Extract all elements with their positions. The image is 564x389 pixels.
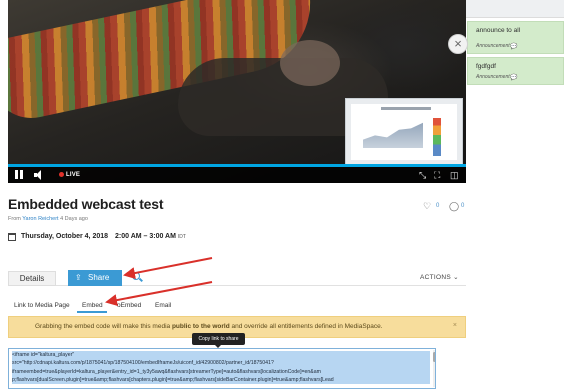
event-timezone: IDT: [177, 234, 186, 240]
active-tab-underline: [77, 311, 107, 313]
share-tab-email[interactable]: Email: [155, 302, 171, 309]
copy-tooltip: Copy link to share: [192, 333, 245, 348]
event-date: Thursday, October 4, 2018: [21, 233, 108, 240]
expand-icon[interactable]: ⤡: [419, 169, 426, 181]
tab-details[interactable]: Details: [8, 271, 56, 286]
playback-progress[interactable]: [8, 164, 466, 167]
slide-area-chart: [363, 122, 423, 148]
embed-code-line: src="http://cdnapi.kaltura.com/p/1875041…: [12, 360, 274, 367]
embed-code-line: p;flashvars[dualScreen.plugin]=true&amp;…: [12, 376, 334, 383]
announcement-type: Announcement: [476, 43, 510, 49]
player-control-bar: LIVE ⤡ ⛶ ◫: [8, 164, 466, 183]
embed-code-line: <iframe id="kaltura_player": [12, 352, 75, 358]
slide-thumbnail: [351, 104, 457, 160]
chevron-down-icon: ⌄: [453, 274, 459, 281]
embed-code-selection: <iframe id="kaltura_player" src="http://…: [12, 351, 430, 385]
video-player[interactable]: LIVE ⤡ ⛶ ◫: [8, 0, 466, 183]
playback-progress-fill: [8, 164, 466, 167]
close-icon: ×: [454, 36, 462, 51]
announcement-item[interactable]: fgdfgdf Announcement 💬: [467, 57, 564, 85]
like-icon[interactable]: ♡: [423, 201, 431, 212]
fullscreen-icon[interactable]: ⛶: [434, 169, 440, 181]
live-label: LIVE: [66, 172, 81, 178]
announcement-item[interactable]: announce to all Announcement 💬: [467, 21, 564, 54]
comment-count: 0: [461, 203, 465, 209]
reply-icon[interactable]: 💬: [510, 74, 517, 81]
warning-text: Grabbing the embed code will make this m…: [35, 323, 383, 330]
volume-icon[interactable]: [34, 170, 41, 180]
event-time: 2:00 AM – 3:00 AM IDT: [115, 233, 186, 240]
warning-text-after: and override all entitlements defined in…: [229, 323, 383, 330]
embed-code-textarea[interactable]: <iframe id="kaltura_player" src="http://…: [8, 348, 436, 389]
event-time-range: 2:00 AM – 3:00 AM: [115, 233, 176, 240]
share-tab-embed[interactable]: Embed: [82, 302, 103, 309]
warning-text-before: Grabbing the embed code will make this m…: [35, 323, 172, 330]
comment-icon[interactable]: ◯: [449, 201, 459, 212]
media-age: 4 Days ago: [60, 216, 88, 222]
actions-label: ACTIONS: [420, 274, 451, 281]
reply-icon[interactable]: 💬: [510, 43, 517, 50]
like-count: 0: [436, 203, 440, 209]
close-icon[interactable]: ×: [453, 322, 457, 329]
video-scene-face: [280, 40, 340, 86]
code-scrollbar[interactable]: [433, 350, 435, 387]
search-icon[interactable]: [132, 272, 140, 280]
embed-code-line: iframeembed=true&playerId=kaltura_player…: [12, 368, 321, 375]
slides-picture-in-picture[interactable]: [345, 98, 463, 166]
pause-icon[interactable]: [15, 170, 23, 180]
calendar-icon: [8, 233, 16, 241]
page-title: Embedded webcast test: [8, 196, 164, 212]
slide-title-bar: [381, 107, 431, 110]
announcement-text: fgdfgdf: [476, 63, 496, 70]
layout-switch-icon[interactable]: ◫: [450, 169, 459, 181]
share-tab-link[interactable]: Link to Media Page: [14, 302, 70, 309]
announcement-type: Announcement: [476, 74, 510, 80]
event-date-text: Thursday, October 4, 2018: [21, 233, 109, 240]
announcement-text: announce to all: [476, 27, 521, 34]
slide-bar-legend: [433, 118, 441, 156]
close-sidebar-button[interactable]: ×: [448, 34, 468, 54]
byline-prefix: From: [8, 216, 21, 222]
author-link[interactable]: Yaron Reichert: [22, 216, 58, 222]
sidebar-header: [466, 0, 564, 18]
live-indicator-icon: [59, 172, 64, 177]
share-icon: ⇪: [75, 273, 82, 282]
actions-menu[interactable]: ACTIONS ⌄: [420, 273, 459, 281]
share-tab-oembed[interactable]: oEmbed: [117, 302, 141, 309]
media-byline: From Yaron Reichert 4 Days ago: [8, 216, 88, 222]
warning-text-bold: public to the world: [171, 323, 230, 330]
code-scrollbar-thumb[interactable]: [433, 352, 435, 362]
